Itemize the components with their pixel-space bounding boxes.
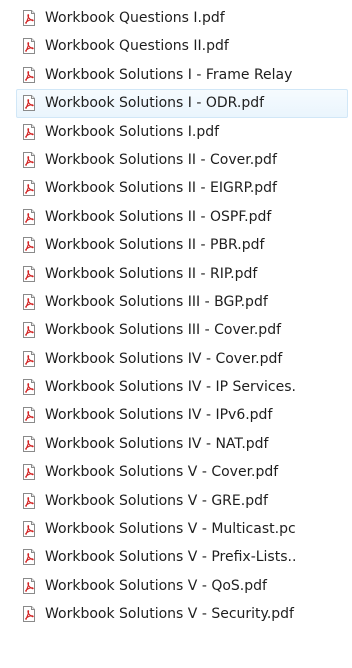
file-item[interactable]: Workbook Solutions III - BGP.pdf bbox=[0, 288, 352, 316]
file-name: Workbook Solutions III - BGP.pdf bbox=[45, 293, 268, 310]
file-name: Workbook Solutions IV - IPv6.pdf bbox=[45, 407, 273, 424]
file-item[interactable]: Workbook Solutions IV - IPv6.pdf bbox=[0, 401, 352, 429]
file-name: Workbook Solutions I - Frame Relay bbox=[45, 66, 293, 83]
file-item[interactable]: Workbook Solutions V - QoS.pdf bbox=[0, 572, 352, 600]
file-item[interactable]: Workbook Solutions IV - Cover.pdf bbox=[0, 345, 352, 373]
file-item[interactable]: Workbook Solutions I - Frame Relay bbox=[0, 61, 352, 89]
pdf-file-icon bbox=[23, 151, 35, 168]
file-item[interactable]: Workbook Solutions IV - IP Services. bbox=[0, 373, 352, 401]
pdf-file-icon bbox=[23, 606, 35, 623]
file-list: Workbook Questions I.pdf Workbook Questi… bbox=[0, 4, 352, 629]
file-name: Workbook Solutions V - Multicast.pc bbox=[45, 521, 296, 538]
file-item[interactable]: Workbook Questions I.pdf bbox=[0, 4, 352, 32]
pdf-file-icon bbox=[23, 180, 35, 197]
file-name: Workbook Questions I.pdf bbox=[45, 10, 225, 26]
file-item[interactable]: Workbook Solutions V - Cover.pdf bbox=[0, 458, 352, 486]
file-name: Workbook Solutions V - GRE.pdf bbox=[45, 492, 268, 509]
file-item[interactable]: Workbook Solutions IV - NAT.pdf bbox=[0, 430, 352, 458]
pdf-file-icon bbox=[23, 208, 35, 225]
file-name: Workbook Solutions I - ODR.pdf bbox=[45, 95, 265, 112]
file-item[interactable]: Workbook Solutions V - Prefix-Lists.. bbox=[0, 543, 352, 571]
pdf-file-icon bbox=[23, 293, 35, 310]
file-item[interactable]: Workbook Solutions II - RIP.pdf bbox=[0, 260, 352, 288]
file-name: Workbook Solutions V - Prefix-Lists.. bbox=[45, 549, 297, 566]
file-name: Workbook Solutions IV - IP Services. bbox=[45, 379, 296, 396]
file-name: Workbook Questions II.pdf bbox=[45, 38, 229, 55]
pdf-file-icon bbox=[23, 435, 35, 452]
file-item[interactable]: Workbook Questions II.pdf bbox=[0, 32, 352, 60]
pdf-file-icon bbox=[23, 322, 35, 339]
file-name: Workbook Solutions IV - Cover.pdf bbox=[45, 350, 283, 367]
pdf-file-icon bbox=[23, 66, 35, 83]
file-name: Workbook Solutions IV - NAT.pdf bbox=[45, 435, 269, 452]
file-item[interactable]: Workbook Solutions V - Multicast.pc bbox=[0, 515, 352, 543]
pdf-file-icon bbox=[23, 464, 35, 481]
file-item[interactable]: Workbook Solutions II - EIGRP.pdf bbox=[0, 174, 352, 202]
pdf-file-icon bbox=[23, 10, 35, 26]
file-name: Workbook Solutions II - EIGRP.pdf bbox=[45, 180, 277, 197]
pdf-file-icon bbox=[23, 379, 35, 396]
file-item[interactable]: Workbook Solutions I.pdf bbox=[0, 118, 352, 146]
file-name: Workbook Solutions I.pdf bbox=[45, 123, 220, 140]
pdf-file-icon bbox=[23, 123, 35, 140]
file-item[interactable]: Workbook Solutions V - GRE.pdf bbox=[0, 487, 352, 515]
file-item-selected[interactable]: Workbook Solutions I - ODR.pdf bbox=[16, 89, 348, 118]
file-item[interactable]: Workbook Solutions II - Cover.pdf bbox=[0, 146, 352, 174]
file-item[interactable]: Workbook Solutions V - Security.pdf bbox=[0, 600, 352, 628]
file-item[interactable]: Workbook Solutions III - Cover.pdf bbox=[0, 316, 352, 344]
file-name: Workbook Solutions V - QoS.pdf bbox=[45, 577, 267, 594]
file-name: Workbook Solutions III - Cover.pdf bbox=[45, 322, 282, 339]
file-name: Workbook Solutions II - PBR.pdf bbox=[45, 237, 265, 254]
pdf-file-icon bbox=[23, 407, 35, 424]
pdf-file-icon bbox=[23, 237, 35, 254]
pdf-file-icon bbox=[23, 549, 35, 566]
pdf-file-icon bbox=[23, 38, 35, 55]
file-item[interactable]: Workbook Solutions II - OSPF.pdf bbox=[0, 203, 352, 231]
pdf-file-icon bbox=[23, 265, 35, 282]
file-item[interactable]: Workbook Solutions II - PBR.pdf bbox=[0, 231, 352, 259]
pdf-file-icon bbox=[23, 577, 35, 594]
file-name: Workbook Solutions II - OSPF.pdf bbox=[45, 208, 272, 225]
pdf-file-icon bbox=[23, 521, 35, 538]
file-name: Workbook Solutions V - Security.pdf bbox=[45, 606, 294, 623]
file-name: Workbook Solutions V - Cover.pdf bbox=[45, 464, 279, 481]
file-name: Workbook Solutions II - RIP.pdf bbox=[45, 265, 258, 282]
pdf-file-icon bbox=[23, 492, 35, 509]
pdf-file-icon bbox=[23, 350, 35, 367]
pdf-file-icon bbox=[23, 95, 35, 112]
file-name: Workbook Solutions II - Cover.pdf bbox=[45, 151, 277, 168]
